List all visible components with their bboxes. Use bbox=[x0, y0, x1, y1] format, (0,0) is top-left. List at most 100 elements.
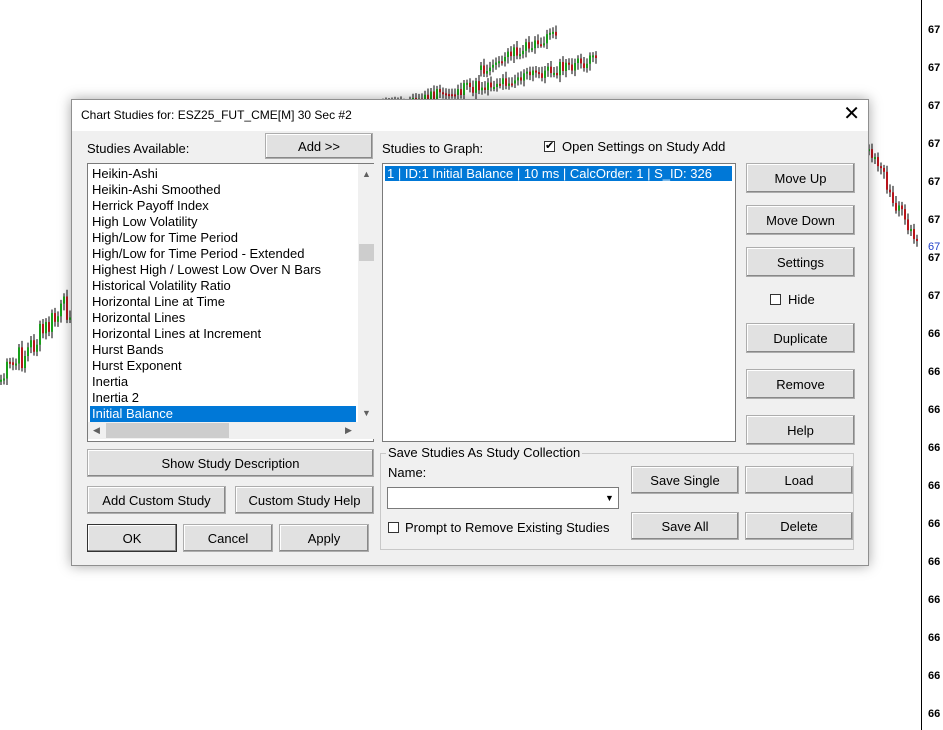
move-up-button[interactable]: Move Up bbox=[746, 163, 855, 193]
price-tick-label: 66 bbox=[928, 556, 941, 568]
cancel-button[interactable]: Cancel bbox=[183, 524, 273, 552]
list-item[interactable]: Inertia bbox=[90, 374, 356, 390]
candlestick bbox=[484, 81, 486, 94]
candlestick bbox=[478, 75, 480, 95]
list-item[interactable]: 1 | ID:1 Initial Balance | 10 ms | CalcO… bbox=[385, 166, 732, 181]
candlestick bbox=[886, 165, 888, 194]
ok-button[interactable]: OK bbox=[87, 524, 177, 552]
candlestick bbox=[549, 28, 551, 40]
candlestick bbox=[552, 27, 554, 39]
price-tick-label: 67 bbox=[928, 290, 941, 302]
apply-button[interactable]: Apply bbox=[279, 524, 369, 552]
save-single-button[interactable]: Save Single bbox=[631, 466, 739, 494]
price-tick-label: 67 bbox=[928, 24, 941, 36]
list-item[interactable]: High/Low for Time Period - Extended bbox=[90, 246, 356, 262]
price-tick-label: 66 bbox=[928, 708, 941, 720]
candlestick bbox=[505, 71, 507, 90]
candlestick bbox=[540, 37, 542, 48]
load-button[interactable]: Load bbox=[745, 466, 853, 494]
horizontal-scroll-thumb[interactable] bbox=[106, 423, 229, 438]
vertical-scrollbar[interactable]: ▲ ▼ bbox=[358, 164, 375, 422]
scroll-left-icon[interactable]: ◀ bbox=[88, 422, 105, 439]
list-item[interactable]: Inertia 2 bbox=[90, 390, 356, 406]
candlestick bbox=[559, 58, 561, 83]
candlestick bbox=[568, 58, 570, 71]
list-item[interactable]: Hurst Bands bbox=[90, 342, 356, 358]
custom-study-help-button[interactable]: Custom Study Help bbox=[235, 486, 374, 514]
prompt-remove-checkbox[interactable] bbox=[388, 522, 399, 533]
candlestick bbox=[502, 74, 504, 90]
list-item[interactable]: Heikin-Ashi bbox=[90, 166, 356, 182]
price-axis: 67 67 67 67 67 67 67 67 66 66 66 66 66 66 66 66 66 66 66 67 bbox=[921, 0, 943, 730]
help-button[interactable]: Help bbox=[746, 415, 855, 445]
studies-available-list[interactable]: Heikin-Ashi Heikin-Ashi Smoothed Herrick P… bbox=[87, 163, 375, 442]
candlestick bbox=[469, 78, 471, 93]
candlestick bbox=[496, 78, 498, 92]
settings-button[interactable]: Settings bbox=[746, 247, 855, 277]
candlestick bbox=[553, 67, 555, 78]
candlestick bbox=[544, 65, 546, 84]
candlestick bbox=[531, 41, 533, 53]
price-tick-label: 66 bbox=[928, 670, 941, 682]
candlestick bbox=[913, 223, 915, 244]
candlestick bbox=[874, 153, 876, 165]
remove-button[interactable]: Remove bbox=[746, 369, 855, 399]
hide-checkbox[interactable] bbox=[770, 294, 781, 305]
candlestick bbox=[15, 358, 17, 370]
candlestick bbox=[27, 342, 29, 362]
close-icon[interactable]: ✕ bbox=[843, 103, 860, 125]
candlestick bbox=[523, 69, 525, 87]
candlestick bbox=[439, 84, 441, 99]
list-item[interactable]: Historical Volatility Ratio bbox=[90, 278, 356, 294]
candlestick bbox=[583, 57, 585, 72]
candlestick bbox=[556, 66, 558, 79]
list-item[interactable]: High Low Volatility bbox=[90, 214, 356, 230]
candlestick bbox=[57, 311, 59, 327]
candlestick bbox=[508, 77, 510, 90]
save-all-button[interactable]: Save All bbox=[631, 512, 739, 540]
candlestick bbox=[487, 78, 489, 96]
studies-to-graph-list[interactable]: 1 | ID:1 Initial Balance | 10 ms | CalcO… bbox=[382, 163, 736, 442]
list-item[interactable]: Herrick Payoff Index bbox=[90, 198, 356, 214]
open-settings-checkbox[interactable]: ✔ bbox=[544, 141, 555, 152]
list-item[interactable]: Hurst Exponent bbox=[90, 358, 356, 374]
chevron-down-icon[interactable]: ▼ bbox=[602, 489, 617, 507]
horizontal-scrollbar[interactable]: ◀ ▶ bbox=[88, 422, 358, 439]
candlestick bbox=[54, 307, 56, 327]
move-down-button[interactable]: Move Down bbox=[746, 205, 855, 235]
scroll-up-icon[interactable]: ▲ bbox=[358, 166, 375, 183]
candlestick bbox=[448, 88, 450, 99]
vertical-scroll-thumb[interactable] bbox=[359, 244, 374, 261]
collection-name-combobox[interactable]: ▼ bbox=[387, 487, 619, 509]
show-study-description-button[interactable]: Show Study Description bbox=[87, 449, 374, 477]
candlestick bbox=[565, 59, 567, 78]
add-custom-study-button[interactable]: Add Custom Study bbox=[87, 486, 226, 514]
candlestick bbox=[580, 53, 582, 69]
candlestick bbox=[877, 152, 879, 172]
collection-group-title: Save Studies As Study Collection bbox=[386, 445, 583, 460]
dialog-titlebar[interactable]: Chart Studies for: ESZ25_FUT_CME[M] 30 S… bbox=[72, 100, 868, 131]
candlestick bbox=[3, 373, 5, 385]
candlestick bbox=[501, 55, 503, 66]
list-item[interactable]: Highest High / Lowest Low Over N Bars bbox=[90, 262, 356, 278]
delete-button[interactable]: Delete bbox=[745, 512, 853, 540]
list-item[interactable]: Initial Balance bbox=[90, 406, 356, 422]
candlestick bbox=[472, 80, 474, 97]
candlestick bbox=[66, 289, 68, 324]
list-item[interactable]: Horizontal Line at Time bbox=[90, 294, 356, 310]
candlestick bbox=[586, 58, 588, 73]
candlestick bbox=[571, 58, 573, 75]
candlestick bbox=[466, 79, 468, 90]
candlestick bbox=[33, 334, 35, 356]
list-item[interactable]: High/Low for Time Period bbox=[90, 230, 356, 246]
add-button[interactable]: Add >> bbox=[265, 133, 373, 159]
scroll-right-icon[interactable]: ▶ bbox=[340, 422, 357, 439]
candlestick bbox=[526, 67, 528, 80]
scroll-down-icon[interactable]: ▼ bbox=[358, 405, 375, 422]
candlestick bbox=[60, 299, 62, 323]
candlestick bbox=[522, 45, 524, 59]
list-item[interactable]: Horizontal Lines bbox=[90, 310, 356, 326]
list-item[interactable]: Heikin-Ashi Smoothed bbox=[90, 182, 356, 198]
duplicate-button[interactable]: Duplicate bbox=[746, 323, 855, 353]
list-item[interactable]: Horizontal Lines at Increment bbox=[90, 326, 356, 342]
